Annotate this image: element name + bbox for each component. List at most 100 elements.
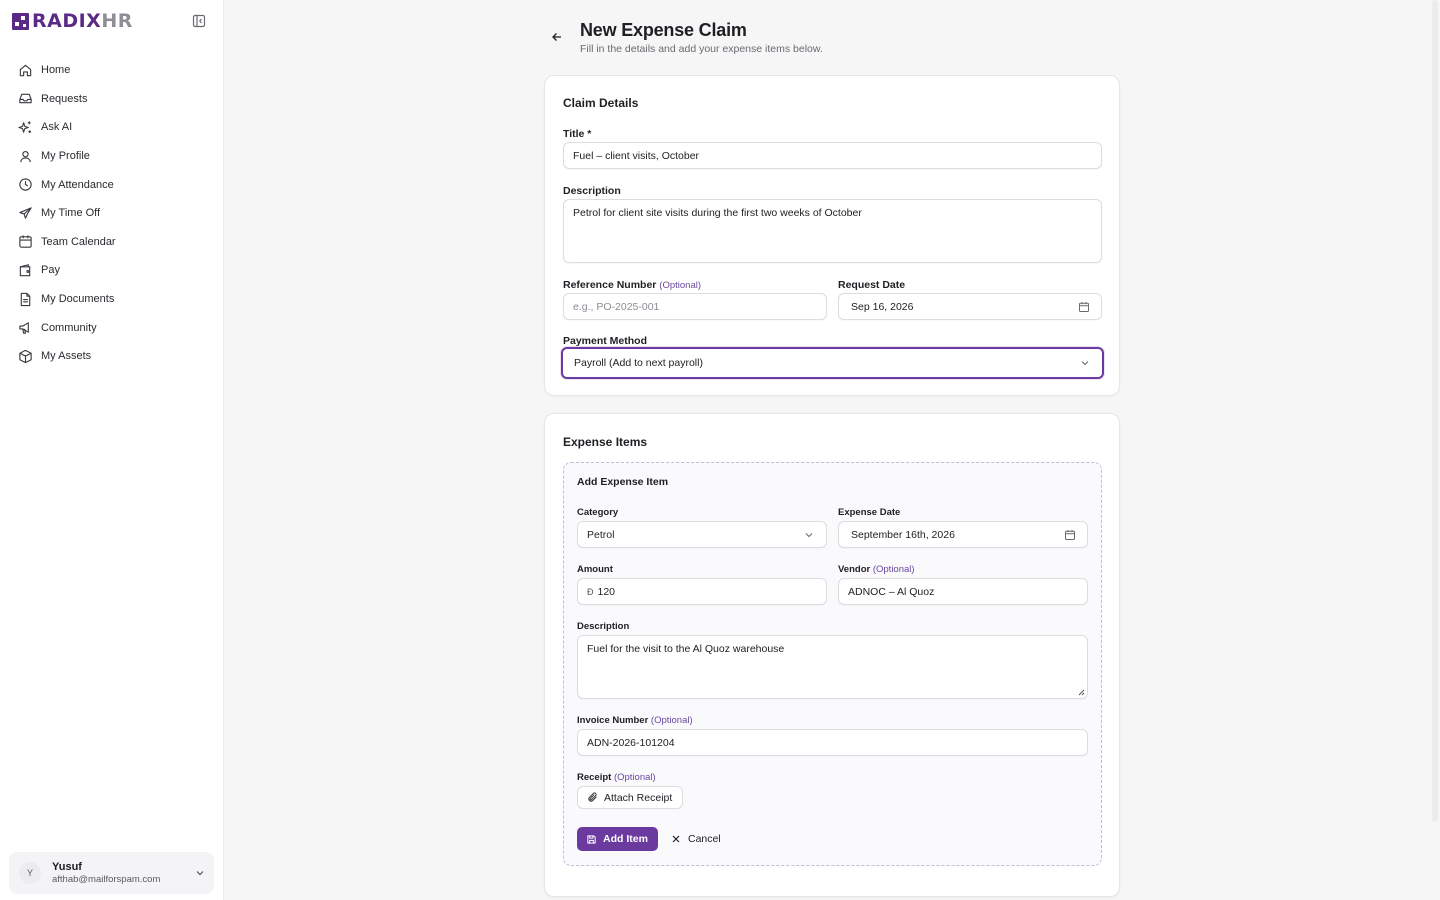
calendar-icon xyxy=(1079,301,1089,312)
add-item-label: Add Item xyxy=(603,833,648,845)
user-info: Yusuf afthab@mailforspam.com xyxy=(52,860,194,886)
wallet-icon xyxy=(19,264,31,277)
optional-hint: (Optional) xyxy=(613,772,656,783)
invoice-number-label: Invoice Number (Optional) xyxy=(577,715,693,726)
page-subtitle: Fill in the details and add your expense… xyxy=(580,43,823,55)
description-textarea[interactable]: Petrol for client site visits during the… xyxy=(563,199,1102,263)
box-icon xyxy=(19,349,32,363)
sidebar-item-label: Community xyxy=(41,321,97,334)
amount-label: Amount xyxy=(577,564,613,575)
back-arrow-icon[interactable] xyxy=(550,30,564,44)
user-email: afthab@mailforspam.com xyxy=(52,874,161,885)
sidebar-item-label: Requests xyxy=(41,92,88,105)
sparkles-icon xyxy=(18,121,32,134)
category-select[interactable]: Petrol xyxy=(577,521,827,548)
request-date-label: Request Date xyxy=(838,279,906,291)
chevron-down-icon xyxy=(1081,361,1089,366)
optional-hint: (Optional) xyxy=(872,564,915,575)
invoice-number-input[interactable]: ADN-2026-101204 xyxy=(577,729,1088,756)
currency-symbol: Đ xyxy=(587,586,594,597)
receipt-label: Receipt (Optional) xyxy=(577,772,656,783)
sidebar-item-my-time-off[interactable]: My Time Off xyxy=(10,199,214,228)
vendor-label: Vendor (Optional) xyxy=(838,564,915,575)
user-menu[interactable]: Y Yusuf afthab@mailforspam.com xyxy=(9,852,214,894)
calendar-icon xyxy=(1065,529,1075,540)
payment-method-select[interactable]: Payroll (Add to next payroll) xyxy=(561,347,1104,379)
request-date-value: Sep 16, 2026 xyxy=(851,300,914,313)
sidebar-item-my-attendance[interactable]: My Attendance xyxy=(10,170,214,199)
reference-number-label: Reference Number (Optional) xyxy=(563,279,702,291)
page-title: New Expense Claim xyxy=(580,20,747,40)
megaphone-icon xyxy=(19,322,29,334)
sidebar-item-my-assets[interactable]: My Assets xyxy=(10,342,214,371)
page-scrollbar[interactable] xyxy=(1432,0,1438,822)
item-description-textarea[interactable]: Fuel for the visit to the Al Quoz wareho… xyxy=(577,635,1088,699)
sidebar-item-label: Ask AI xyxy=(41,121,73,134)
sidebar-item-label: Team Calendar xyxy=(41,235,116,248)
sidebar-collapse-icon[interactable] xyxy=(192,14,206,28)
sidebar-item-label: My Attendance xyxy=(41,178,114,191)
optional-hint: (Optional) xyxy=(659,280,702,291)
sidebar-item-label: Home xyxy=(41,64,71,77)
category-value: Petrol xyxy=(587,528,615,541)
sidebar-item-requests[interactable]: Requests xyxy=(10,85,214,114)
resize-grip-icon[interactable] xyxy=(1077,688,1085,696)
add-expense-item-form: Add Expense Item Category Petrol Expense… xyxy=(563,462,1102,866)
claim-details-card: Claim Details Title * Fuel – client visi… xyxy=(544,75,1120,396)
claim-details-title: Claim Details xyxy=(563,96,639,110)
chevron-down-icon xyxy=(805,532,813,537)
category-label: Category xyxy=(577,507,619,518)
request-date-picker[interactable]: Sep 16, 2026 xyxy=(838,293,1102,320)
optional-hint: (Optional) xyxy=(650,715,693,726)
save-icon xyxy=(587,834,596,844)
sidebar-item-my-documents[interactable]: My Documents xyxy=(10,285,214,314)
item-description-label: Description xyxy=(577,621,630,632)
vendor-input[interactable]: ADNOC – Al Quoz xyxy=(838,578,1088,605)
calendar-icon xyxy=(19,235,32,249)
chevron-down-icon xyxy=(196,871,204,876)
cancel-label: Cancel xyxy=(688,833,721,845)
expense-date-label: Expense Date xyxy=(838,507,901,518)
avatar: Y xyxy=(19,862,41,884)
attach-receipt-button[interactable]: Attach Receipt xyxy=(577,786,684,809)
sidebar-item-ask-ai[interactable]: Ask AI xyxy=(10,113,214,142)
item-description-value: Fuel for the visit to the Al Quoz wareho… xyxy=(587,643,785,655)
logo[interactable]: RADIXHR xyxy=(12,11,133,31)
clock-icon xyxy=(19,178,32,191)
add-expense-item-title: Add Expense Item xyxy=(577,476,669,488)
sidebar: RADIXHR Home Requests Ask AI My Profile … xyxy=(0,0,224,900)
sidebar-item-my-profile[interactable]: My Profile xyxy=(10,142,214,171)
sidebar-nav: Home Requests Ask AI My Profile My Atten… xyxy=(10,56,214,371)
amount-input[interactable]: Đ 120 xyxy=(577,578,827,605)
reference-number-input[interactable]: e.g., PO-2025-001 xyxy=(563,293,827,320)
logo-text: RADIXHR xyxy=(32,10,133,32)
logo-mark-icon xyxy=(12,12,29,30)
document-icon xyxy=(20,292,31,306)
home-icon xyxy=(19,64,32,77)
sidebar-item-label: My Assets xyxy=(41,350,92,363)
sidebar-item-label: My Documents xyxy=(41,293,115,306)
description-label: Description xyxy=(563,185,621,197)
title-label: Title * xyxy=(563,128,592,140)
sidebar-item-home[interactable]: Home xyxy=(10,56,214,85)
user-name: Yusuf xyxy=(52,861,82,873)
sidebar-item-label: My Time Off xyxy=(41,207,101,220)
attach-receipt-label: Attach Receipt xyxy=(604,791,673,804)
expense-date-picker[interactable]: September 16th, 2026 xyxy=(838,521,1088,548)
expense-date-value: September 16th, 2026 xyxy=(851,528,955,541)
sidebar-item-pay[interactable]: Pay xyxy=(10,256,214,285)
paperclip-icon xyxy=(588,792,597,802)
payment-method-label: Payment Method xyxy=(563,335,648,347)
cancel-button[interactable]: Cancel xyxy=(671,827,721,851)
title-input[interactable]: Fuel – client visits, October xyxy=(563,142,1102,169)
close-icon xyxy=(672,835,680,843)
sidebar-item-community[interactable]: Community xyxy=(10,313,214,342)
sidebar-item-team-calendar[interactable]: Team Calendar xyxy=(10,228,214,257)
plane-icon xyxy=(19,207,32,219)
add-item-button[interactable]: Add Item xyxy=(577,827,658,851)
payment-method-value: Payroll (Add to next payroll) xyxy=(574,357,703,369)
user-icon xyxy=(20,150,31,162)
expense-items-title: Expense Items xyxy=(563,435,648,449)
sidebar-item-label: Pay xyxy=(41,264,60,277)
amount-value: 120 xyxy=(597,585,616,598)
